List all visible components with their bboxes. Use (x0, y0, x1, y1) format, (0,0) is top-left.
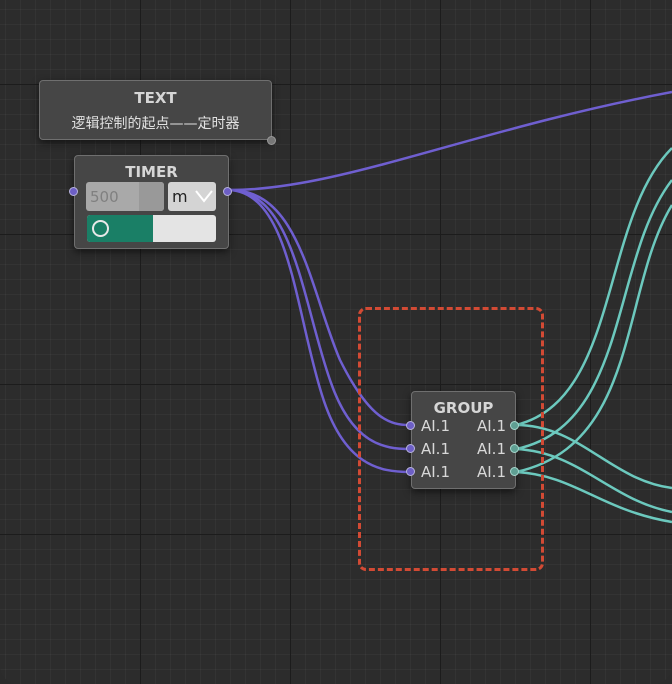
group-output-port-3[interactable] (510, 467, 519, 476)
timer-node-title: TIMER (125, 163, 178, 181)
circle-icon (92, 220, 109, 237)
group-output-port-2[interactable] (510, 444, 519, 453)
group-input-label-1: AI.1 (421, 417, 450, 435)
group-input-label-3: AI.1 (421, 463, 450, 481)
timer-enable-toggle[interactable] (87, 215, 216, 242)
group-output-label-1: AI.1 (477, 417, 506, 435)
timer-node[interactable]: TIMER m (74, 155, 229, 249)
group-input-port-2[interactable] (406, 444, 415, 453)
text-node-resize-handle[interactable] (267, 136, 276, 145)
group-output-port-1[interactable] (510, 421, 519, 430)
group-node-title: GROUP (433, 399, 494, 417)
group-node[interactable]: GROUP AI.1 AI.1 AI.1 AI.1 AI.1 AI.1 (411, 391, 516, 489)
group-input-label-2: AI.1 (421, 440, 450, 458)
node-canvas[interactable]: TEXT 逻辑控制的起点——定时器 TIMER m GROUP AI.1 AI.… (0, 0, 672, 684)
group-output-label-3: AI.1 (477, 463, 506, 481)
text-node-title: TEXT (134, 89, 177, 107)
timer-input-port[interactable] (69, 187, 78, 196)
timer-unit-value: m (172, 187, 188, 206)
chevron-down-icon (195, 190, 213, 203)
timer-output-port[interactable] (223, 187, 232, 196)
wire-timer-to-offscreen[interactable] (229, 90, 672, 192)
group-output-label-2: AI.1 (477, 440, 506, 458)
group-input-port-3[interactable] (406, 467, 415, 476)
text-node[interactable]: TEXT 逻辑控制的起点——定时器 (39, 80, 272, 140)
text-node-body: 逻辑控制的起点——定时器 (71, 116, 240, 132)
timer-interval-input[interactable] (86, 182, 164, 211)
group-input-port-1[interactable] (406, 421, 415, 430)
timer-unit-select[interactable]: m (168, 182, 216, 211)
